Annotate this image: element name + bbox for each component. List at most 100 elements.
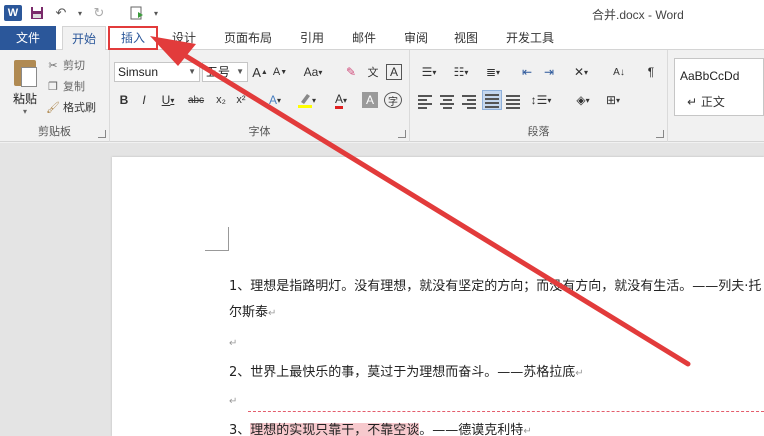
ribbon-tabs: 文件 开始 插入 设计 页面布局 引用 邮件 审阅 视图 开发工具: [0, 26, 764, 51]
shrink-font-button[interactable]: A ▼: [272, 62, 288, 82]
paste-button[interactable]: 粘贴 ▾: [8, 58, 42, 116]
document-page[interactable]: 1、理想是指路明灯。没有理想，就没有坚定的方向；而没有方向，就没有生活。——列夫…: [112, 157, 764, 436]
tab-review[interactable]: 审阅: [396, 26, 436, 50]
font-group-label: 字体: [248, 125, 271, 138]
clear-format-icon[interactable]: ✎: [342, 62, 360, 82]
phonetic-icon: 文: [367, 67, 379, 79]
subscript-button[interactable]: x₂: [212, 90, 230, 110]
document-line-empty[interactable]: ↵: [229, 393, 237, 408]
line-spacing-button[interactable]: ↕☰ ▾: [528, 90, 554, 110]
bold-button[interactable]: B: [116, 90, 132, 110]
align-right-icon[interactable]: [462, 92, 476, 110]
font-name-value: Simsun: [118, 65, 159, 79]
redo-icon[interactable]: ↻: [90, 4, 108, 22]
document-line-1[interactable]: 1、理想是指路明灯。没有理想，就没有坚定的方向；而没有方向，就没有生活。——列夫…: [229, 275, 761, 294]
increase-indent-icon[interactable]: ⇥: [540, 62, 558, 82]
style-normal[interactable]: AaBbCcDd ↵ 正文: [674, 58, 764, 116]
highlight-button[interactable]: ▾: [294, 90, 320, 110]
copy-button[interactable]: ❐ 复制: [46, 77, 85, 95]
italic-button[interactable]: I: [136, 90, 152, 110]
chevron-down-icon: ▼: [188, 67, 196, 76]
document-line-2[interactable]: 尔斯泰↵: [229, 301, 276, 320]
chinese-layout-button[interactable]: ✕ ▾: [568, 62, 594, 82]
tab-design[interactable]: 设计: [164, 26, 204, 50]
superscript-button[interactable]: x²: [232, 90, 250, 110]
brush-icon: 🖌: [46, 100, 60, 114]
align-left-icon[interactable]: [418, 92, 432, 110]
paragraph-mark: ↵: [268, 308, 277, 319]
paragraph-mark: ↵: [523, 426, 532, 436]
underline-button[interactable]: U ▾: [156, 90, 180, 110]
tab-references[interactable]: 引用: [292, 26, 332, 50]
clipboard-group: 粘贴 ▾ ✂ 剪切 ❐ 复制 🖌 格式刷 剪贴板: [0, 50, 110, 142]
grow-font-button[interactable]: A ▲: [252, 62, 268, 82]
distribute-icon[interactable]: [506, 92, 520, 110]
title-bar: W ↶ ▾ ↻ ▾ 合并.docx - Word: [0, 0, 764, 26]
paragraph-group-label: 段落: [527, 125, 550, 138]
chevron-down-icon: ▼: [236, 67, 244, 76]
undo-icon[interactable]: ↶: [52, 4, 70, 22]
font-size-select[interactable]: 五号 ▼: [202, 62, 248, 82]
grow-font-icon: A: [252, 64, 261, 80]
document-line-4[interactable]: 3、理想的实现只靠干，不靠空谈。——德谟克利特↵: [229, 419, 532, 436]
document-line-3[interactable]: 2、世界上最快乐的事，莫过于为理想而奋斗。——苏格拉底↵: [229, 361, 584, 380]
tab-mailings[interactable]: 邮件: [344, 26, 384, 50]
word-icon[interactable]: W: [4, 5, 22, 21]
justify-icon[interactable]: [482, 90, 502, 110]
customize-icon[interactable]: ▾: [152, 4, 160, 22]
text-effects-icon[interactable]: A ▾: [262, 90, 288, 110]
strikethrough-icon: abc: [187, 94, 205, 106]
document-area: 1、理想是指路明灯。没有理想，就没有坚定的方向；而没有方向，就没有生活。——列夫…: [0, 143, 764, 436]
show-marks-icon[interactable]: ¶: [642, 62, 660, 82]
chevron-down-icon[interactable]: ▾: [76, 4, 84, 22]
format-painter-button[interactable]: 🖌 格式刷: [46, 98, 96, 116]
enclose-char-icon: 字: [388, 96, 398, 108]
char-border-button[interactable]: A: [386, 64, 402, 80]
font-size-value: 五号: [206, 65, 231, 79]
shading-button[interactable]: ◈ ▾: [570, 90, 596, 110]
document-line-empty[interactable]: ↵: [229, 335, 237, 350]
char-shading-button[interactable]: A: [362, 92, 378, 108]
bullet-list-icon: ☰: [421, 65, 433, 79]
bullets-button[interactable]: ☰ ▾: [416, 62, 442, 82]
tab-file[interactable]: 文件: [0, 26, 56, 50]
font-color-button[interactable]: A ▾: [328, 90, 354, 110]
char-shading-icon: A: [365, 93, 374, 107]
numbering-button[interactable]: ☷ ▾: [448, 62, 474, 82]
paste-icon: [12, 58, 38, 88]
font-color-icon: A: [334, 92, 343, 109]
char-border-icon: A: [389, 65, 398, 79]
decrease-indent-icon[interactable]: ⇤: [518, 62, 536, 82]
phonetic-guide-button[interactable]: 文: [364, 62, 382, 82]
chevron-down-icon: ▾: [22, 107, 27, 116]
multilevel-list-button[interactable]: ≣ ▾: [480, 62, 506, 82]
cut-button[interactable]: ✂ 剪切: [46, 56, 85, 74]
chinese-layout-icon: ✕: [573, 65, 585, 79]
line-text: 3、: [229, 423, 251, 436]
tab-insert[interactable]: 插入: [108, 26, 158, 50]
paint-bucket-icon: ◈: [576, 93, 586, 107]
tab-developer[interactable]: 开发工具: [500, 26, 560, 50]
save-icon[interactable]: [28, 4, 46, 22]
sort-icon[interactable]: A↓: [610, 62, 628, 82]
borders-button[interactable]: ⊞ ▾: [600, 90, 626, 110]
font-name-select[interactable]: Simsun ▼: [114, 62, 200, 82]
align-center-icon[interactable]: [440, 92, 454, 110]
line-text: 2、世界上最快乐的事，莫过于为理想而奋斗。——苏格拉底: [229, 365, 576, 380]
tab-view[interactable]: 视图: [446, 26, 486, 50]
change-case-button[interactable]: Aa ▾: [300, 62, 326, 82]
shrink-font-icon: A: [272, 66, 281, 78]
print-preview-icon[interactable]: [128, 4, 146, 22]
subscript-icon: x₂: [216, 94, 226, 106]
tab-home[interactable]: 开始: [62, 26, 106, 51]
tab-page-layout[interactable]: 页面布局: [220, 26, 276, 50]
italic-icon: I: [142, 93, 146, 107]
paragraph-mark: ↵: [229, 396, 238, 407]
dialog-launcher-icon[interactable]: [98, 130, 106, 138]
dialog-launcher-icon[interactable]: [398, 130, 406, 138]
strikethrough-button[interactable]: abc: [184, 90, 208, 110]
paragraph-group: ☰ ▾ ☷ ▾ ≣ ▾ ⇤ ⇥ ✕ ▾ A↓ ¶ ↕☰ ▾ ◈ ▾ ⊞ ▾ 段落: [410, 50, 668, 142]
dialog-launcher-icon[interactable]: [656, 130, 664, 138]
enclose-char-button[interactable]: 字: [384, 92, 402, 108]
multilevel-list-icon: ≣: [485, 65, 497, 79]
